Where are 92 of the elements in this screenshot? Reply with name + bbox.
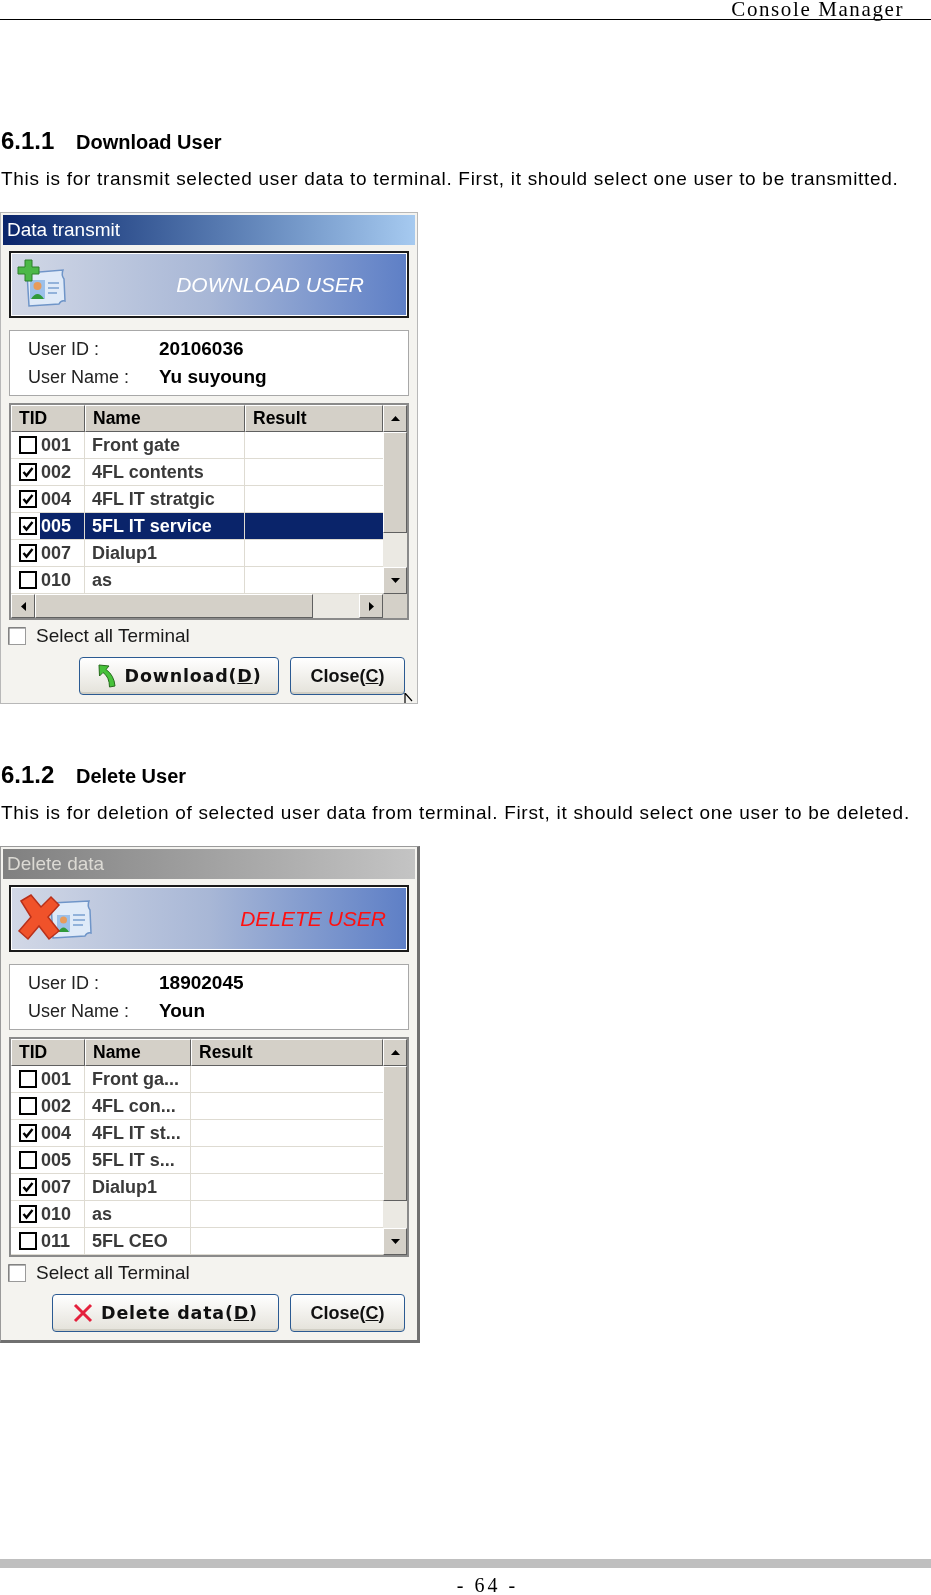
table-row[interactable]: 010 as bbox=[11, 1201, 383, 1228]
table-row[interactable]: 004 4FL IT stratgic bbox=[11, 486, 383, 513]
terminal-id: 005 bbox=[40, 1148, 72, 1172]
terminal-id: 007 bbox=[40, 541, 72, 565]
column-header[interactable]: Result bbox=[245, 405, 383, 432]
column-header[interactable]: Result bbox=[191, 1039, 383, 1066]
section-description: This is for deletion of selected user data from terminal. First, it should select one user to be deleted. bbox=[0, 802, 911, 823]
section-title: Delete User bbox=[76, 764, 187, 789]
table-row[interactable]: 002 4FL contents bbox=[11, 459, 383, 486]
table-row[interactable]: 002 4FL con... bbox=[11, 1093, 383, 1120]
up-arrow-icon bbox=[390, 416, 400, 421]
banner-title: DELETE USER bbox=[240, 905, 386, 932]
terminal-id: 004 bbox=[40, 487, 72, 511]
delete-button[interactable]: Delete data(D) bbox=[52, 1294, 279, 1332]
terminal-id: 001 bbox=[40, 1067, 72, 1091]
right-arrow-icon bbox=[368, 601, 374, 611]
table-row[interactable]: 005 5FL IT service bbox=[11, 513, 383, 540]
page-header-title: Console Manager bbox=[731, 0, 904, 19]
column-header[interactable]: TID bbox=[11, 405, 85, 432]
field-value: 18902045 bbox=[159, 970, 244, 995]
terminal-id: 005 bbox=[40, 514, 72, 538]
terminal-id: 004 bbox=[40, 1121, 72, 1145]
checkbox[interactable] bbox=[19, 436, 37, 454]
table-row[interactable]: 007 Dialup1 bbox=[11, 1174, 383, 1201]
terminal-id: 010 bbox=[40, 568, 72, 592]
scroll-down-button[interactable] bbox=[383, 1228, 407, 1255]
scrollbar-corner bbox=[383, 594, 407, 618]
field-label: User Name : bbox=[28, 365, 131, 389]
curved-arrow-icon bbox=[96, 664, 117, 688]
field-label: User ID : bbox=[28, 337, 100, 361]
scroll-up-button[interactable] bbox=[383, 1039, 407, 1066]
download-button[interactable]: Download(D) bbox=[79, 657, 279, 695]
scroll-up-button[interactable] bbox=[383, 405, 407, 432]
scrollbar-thumb[interactable] bbox=[383, 432, 407, 533]
checkbox[interactable] bbox=[19, 1070, 37, 1088]
close-button[interactable]: Close(C) bbox=[290, 657, 405, 695]
checkbox[interactable] bbox=[19, 1124, 37, 1142]
table-row[interactable]: 007 Dialup1 bbox=[11, 540, 383, 567]
page-number: - 64 - bbox=[456, 1575, 519, 1595]
window-title: Delete data bbox=[7, 851, 105, 876]
banner-title: DOWNLOAD USER bbox=[176, 271, 364, 298]
column-header[interactable]: TID bbox=[11, 1039, 85, 1066]
down-arrow-icon bbox=[390, 1239, 400, 1244]
terminal-id: 002 bbox=[40, 1094, 72, 1118]
section-number: 6.1.1 bbox=[1, 128, 56, 154]
field-value: Yu suyoung bbox=[159, 364, 267, 389]
field-label: User ID : bbox=[28, 971, 100, 995]
table-row[interactable]: 011 5FL CEO bbox=[11, 1228, 383, 1255]
checkbox-label[interactable]: Select all Terminal bbox=[36, 621, 190, 651]
table-row[interactable]: 004 4FL IT st... bbox=[11, 1120, 383, 1147]
table-row[interactable]: 001 Front gate bbox=[11, 432, 383, 459]
section-number: 6.1.2 bbox=[1, 762, 56, 788]
up-arrow-icon bbox=[390, 1050, 400, 1055]
column-header[interactable]: Name bbox=[85, 1039, 191, 1066]
left-arrow-icon bbox=[20, 601, 26, 611]
close-button[interactable]: Close(C) bbox=[290, 1294, 405, 1332]
scrollbar-thumb[interactable] bbox=[35, 594, 313, 618]
scrollbar-thumb[interactable] bbox=[383, 1066, 407, 1201]
table-row[interactable]: 005 5FL IT s... bbox=[11, 1147, 383, 1174]
cross-icon bbox=[73, 1303, 94, 1323]
checkbox[interactable] bbox=[8, 1264, 26, 1282]
field-label: User Name : bbox=[28, 999, 131, 1023]
field-value: 20106036 bbox=[159, 336, 244, 361]
field-value: Youn bbox=[159, 998, 206, 1023]
column-header[interactable]: Name bbox=[85, 405, 245, 432]
section-title: Download User bbox=[76, 130, 222, 155]
checkbox[interactable] bbox=[19, 517, 37, 535]
checkbox[interactable] bbox=[19, 490, 37, 508]
checkbox-label[interactable]: Select all Terminal bbox=[36, 1258, 190, 1288]
terminal-id: 011 bbox=[40, 1229, 71, 1253]
checkbox[interactable] bbox=[19, 463, 37, 481]
terminal-id: 010 bbox=[40, 1202, 72, 1226]
checkbox[interactable] bbox=[19, 1178, 37, 1196]
terminal-id: 002 bbox=[40, 460, 72, 484]
table-row[interactable]: 010 as bbox=[11, 567, 383, 594]
window-title: Data transmit bbox=[7, 217, 120, 242]
terminal-id: 001 bbox=[40, 433, 72, 457]
checkbox[interactable] bbox=[19, 1097, 37, 1115]
checkbox[interactable] bbox=[8, 627, 26, 645]
scroll-right-button[interactable] bbox=[359, 594, 383, 618]
terminal-id: 007 bbox=[40, 1175, 72, 1199]
checkbox[interactable] bbox=[19, 571, 37, 589]
scroll-down-button[interactable] bbox=[383, 567, 407, 594]
checkbox[interactable] bbox=[19, 1151, 37, 1169]
checkbox[interactable] bbox=[19, 1205, 37, 1223]
checkbox[interactable] bbox=[19, 1232, 37, 1250]
checkbox[interactable] bbox=[19, 544, 37, 562]
section-description: This is for transmit selected user data to terminal. First, it should select one user to be transmitted. bbox=[0, 168, 900, 189]
table-row[interactable]: 001 Front ga... bbox=[11, 1066, 383, 1093]
down-arrow-icon bbox=[390, 578, 400, 583]
table-cell: 5FL CEO bbox=[85, 1228, 191, 1255]
scroll-left-button[interactable] bbox=[11, 594, 35, 618]
